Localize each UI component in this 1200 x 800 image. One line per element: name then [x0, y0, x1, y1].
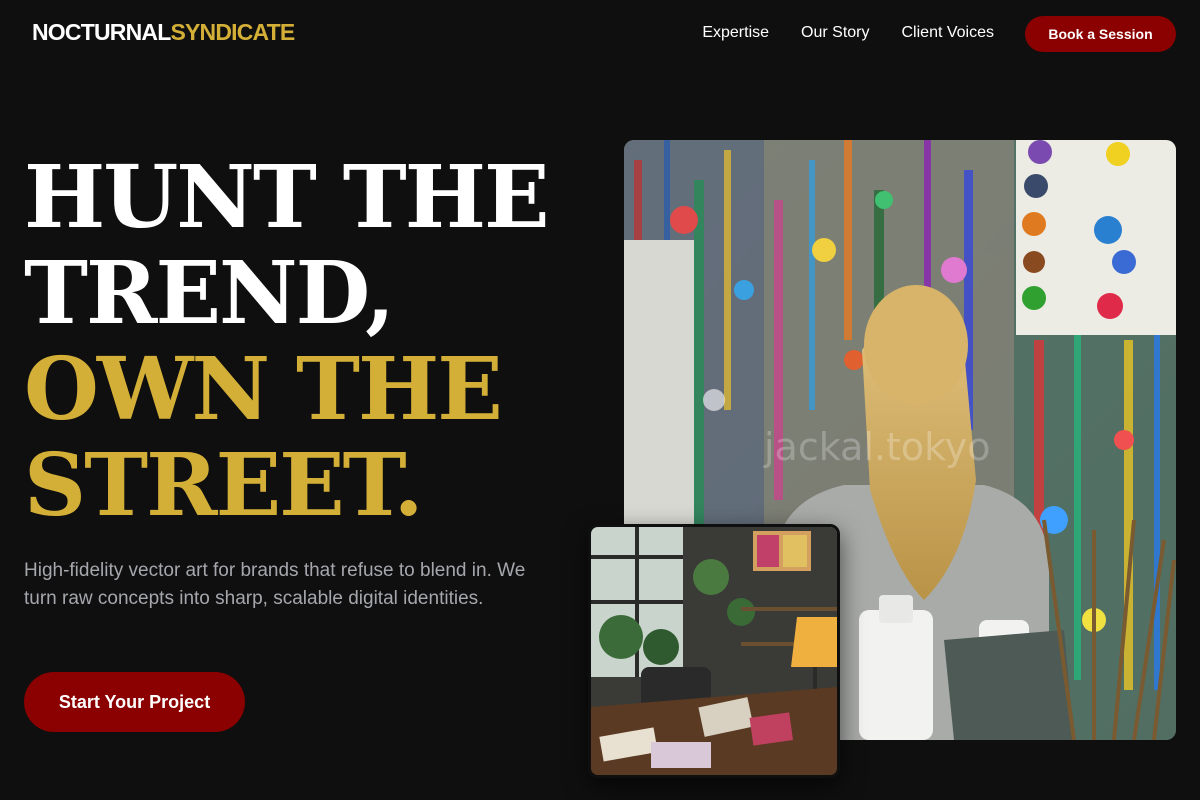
- headline-line-1: HUNT THE: [24, 147, 550, 248]
- brand-logo-part2: SYNDICATE: [170, 19, 295, 45]
- main-nav: Expertise Our Story Client Voices: [702, 24, 994, 42]
- headline-line-3: OWN THE: [24, 339, 503, 440]
- headline-line-2: TREND,: [24, 243, 395, 344]
- nav-link-our-story[interactable]: Our Story: [801, 24, 869, 42]
- site-header: NOCTURNALSYNDICATE Expertise Our Story C…: [0, 0, 1200, 68]
- nav-link-client-voices[interactable]: Client Voices: [902, 24, 995, 42]
- watermark-text: jackal.tokyo: [763, 425, 991, 469]
- brand-logo-part1: NOCTURNAL: [32, 19, 171, 45]
- start-project-button[interactable]: Start Your Project: [24, 672, 245, 732]
- hero-headline: HUNT THE TREND, OWN THE STREET.: [24, 150, 584, 534]
- book-session-button[interactable]: Book a Session: [1025, 16, 1176, 52]
- hero-image-studio-desk: [588, 524, 840, 778]
- hero-subtitle: High-fidelity vector art for brands that…: [24, 560, 526, 609]
- headline-line-4: STREET.: [24, 435, 424, 536]
- landing-page: NOCTURNALSYNDICATE Expertise Our Story C…: [0, 0, 1200, 800]
- brand-logo[interactable]: NOCTURNALSYNDICATE: [32, 19, 295, 46]
- nav-link-expertise[interactable]: Expertise: [702, 24, 769, 42]
